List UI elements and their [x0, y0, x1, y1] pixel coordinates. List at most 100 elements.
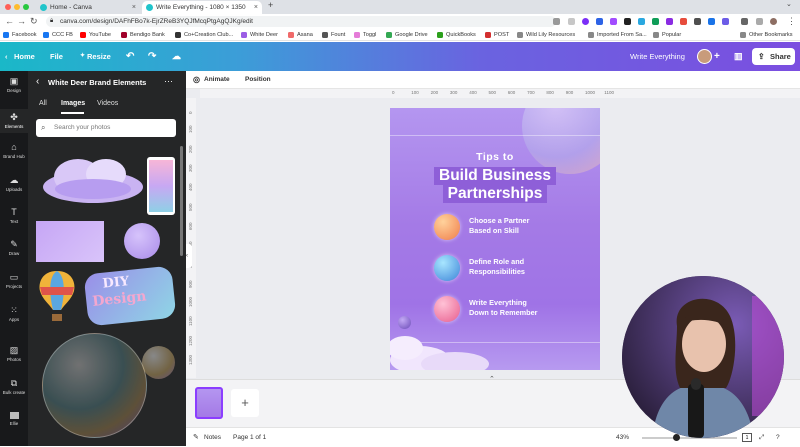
rail-item-brand-hub[interactable]: ⌂ Brand Hub [0, 143, 28, 160]
zoom-slider-handle[interactable] [673, 434, 680, 441]
tab-list-chevron-icon[interactable]: ⌄ [786, 0, 792, 8]
home-button[interactable]: Home [14, 42, 35, 71]
bookmark-item[interactable]: Facebook [3, 29, 37, 41]
fullscreen-icon[interactable]: ⤢ [759, 428, 764, 447]
extension-icon[interactable] [694, 18, 701, 25]
sidebar-icon[interactable] [756, 18, 763, 25]
redo-icon[interactable]: ↷ [148, 42, 156, 71]
file-menu-button[interactable]: File [50, 42, 63, 71]
purple-orb-thumbnail[interactable] [124, 223, 160, 259]
phone-mockup-thumbnail[interactable] [147, 157, 175, 215]
design-kicker[interactable]: Tips to [390, 151, 600, 163]
cloud-save-icon[interactable]: ☁︎ [172, 42, 181, 71]
extension-icon[interactable] [666, 18, 673, 25]
panel-tab-images[interactable]: Images [61, 100, 85, 107]
bookmark-item[interactable]: Asana [288, 29, 313, 41]
bookmark-item[interactable]: YouTube [80, 29, 111, 41]
page-count-badge[interactable]: 1 [742, 433, 752, 442]
panel-tab-all[interactable]: All [39, 100, 47, 107]
design-title-line2[interactable]: Partnerships [390, 185, 600, 203]
new-tab-button[interactable]: + [268, 0, 273, 10]
rail-item-text[interactable]: T Text [0, 208, 28, 225]
bookmark-item[interactable]: Wild Lily Resources [517, 29, 575, 41]
window-maximize-button[interactable] [23, 4, 29, 10]
extension-icon[interactable] [680, 18, 687, 25]
extension-icon[interactable] [582, 18, 589, 25]
bookmark-item[interactable]: Co+Creation Club... [175, 29, 233, 41]
undo-icon[interactable]: ↶ [126, 42, 134, 71]
window-minimize-button[interactable] [14, 4, 20, 10]
panel-more-icon[interactable]: ··· [164, 76, 173, 86]
resize-button[interactable]: Resize [87, 42, 111, 71]
bookmark-item[interactable]: Toggl [354, 29, 376, 41]
design-title-line1[interactable]: Build Business [390, 167, 600, 185]
bookmark-item[interactable]: QuickBooks [437, 29, 476, 41]
panel-collapse-handle[interactable]: ‹ [186, 244, 192, 268]
rail-item-photos[interactable]: ▨ Photos [0, 346, 28, 363]
iridescent-bubble-thumbnail[interactable] [42, 333, 147, 438]
bookmark-item[interactable]: Bendigo Bank [121, 29, 165, 41]
rail-item-design[interactable]: ▣ Design [0, 77, 28, 94]
bookmark-item[interactable]: Google Drive [386, 29, 428, 41]
search-photos-input[interactable]: ⌕ Search your photos [36, 119, 176, 137]
animate-button[interactable]: Animate [204, 71, 230, 89]
bookmark-item[interactable]: POST [485, 29, 509, 41]
other-bookmarks[interactable]: Other Bookmarks [740, 29, 793, 41]
extensions-puzzle-icon[interactable] [741, 18, 748, 25]
rail-item-uploads[interactable]: ☁︎ Uploads [0, 176, 28, 193]
extension-icon[interactable] [722, 18, 729, 25]
design-page[interactable]: Tips to Build Business Partnerships Choo… [390, 108, 600, 370]
extension-icon[interactable] [708, 18, 715, 25]
browser-menu-icon[interactable]: ⋮ [787, 15, 796, 28]
position-button[interactable]: Position [245, 71, 271, 89]
forward-arrow-icon[interactable]: → [17, 15, 26, 28]
bookmark-item[interactable]: Imported From Sa... [588, 29, 647, 41]
hot-air-balloon-thumbnail[interactable] [36, 269, 78, 324]
page-thumbnail[interactable] [195, 387, 223, 419]
profile-avatar[interactable] [770, 18, 777, 25]
notes-button[interactable]: Notes [204, 428, 221, 447]
bookmark-item[interactable]: CCC FB [43, 29, 73, 41]
help-icon[interactable]: ? [776, 428, 780, 447]
extension-icon[interactable] [610, 18, 617, 25]
bookmark-star-icon[interactable] [568, 18, 575, 25]
back-arrow-icon[interactable]: ← [5, 15, 14, 28]
share-button[interactable]: ⇪ Share [752, 48, 795, 65]
rail-item-bulk-create[interactable]: ⧉ Bulk create [0, 379, 28, 396]
add-page-button[interactable]: + [231, 389, 259, 417]
small-bubble-thumbnail[interactable] [142, 346, 175, 379]
rail-item-apps[interactable]: ⁙ Apps [0, 306, 28, 323]
rail-item-projects[interactable]: ▭ Projects [0, 273, 28, 290]
browser-tab-home[interactable]: Home - Canva × [36, 1, 140, 14]
bookmark-item[interactable]: White Deer [241, 29, 278, 41]
bookmark-item[interactable]: Popular [653, 29, 681, 41]
analytics-icon[interactable]: ▥ [734, 42, 743, 71]
extension-icon[interactable] [624, 18, 631, 25]
add-collaborator-icon[interactable]: + [714, 42, 720, 71]
notes-icon[interactable]: ✎ [193, 428, 199, 447]
extension-icon[interactable] [652, 18, 659, 25]
rail-item-ellie[interactable]: Ellie [0, 412, 28, 426]
collaborator-avatar[interactable] [697, 49, 712, 64]
window-close-button[interactable] [5, 4, 11, 10]
panel-back-chevron-icon[interactable]: ‹ [36, 76, 39, 87]
zoom-slider[interactable] [642, 437, 737, 439]
document-title[interactable]: Write Everything [630, 42, 685, 71]
extension-icon[interactable] [638, 18, 645, 25]
panel-tab-videos[interactable]: Videos [97, 100, 118, 107]
back-chevron-icon[interactable]: ‹ [5, 42, 8, 71]
bookmark-item[interactable]: Fount [322, 29, 345, 41]
close-tab-icon[interactable]: × [132, 1, 136, 14]
reload-icon[interactable]: ↻ [30, 15, 38, 28]
diy-design-sticker-thumbnail[interactable]: DIY Design [83, 265, 177, 327]
rail-item-draw[interactable]: ✎ Draw [0, 240, 28, 257]
cloud-image-thumbnail[interactable] [38, 149, 148, 209]
browser-tab-active[interactable]: Write Everything - 1080 × 1350 × [142, 1, 262, 14]
panel-scrollbar[interactable] [180, 146, 183, 256]
close-tab-icon[interactable]: × [254, 1, 258, 14]
address-bar[interactable]: 🔒︎ canva.com/design/DAFhFBo7k-EjrZReB3YQ… [46, 16, 556, 27]
extension-icon[interactable] [596, 18, 603, 25]
rail-item-elements[interactable]: ✤ Elements [0, 109, 28, 133]
lavender-gradient-thumbnail[interactable] [36, 221, 104, 262]
share-icon[interactable] [553, 18, 560, 25]
